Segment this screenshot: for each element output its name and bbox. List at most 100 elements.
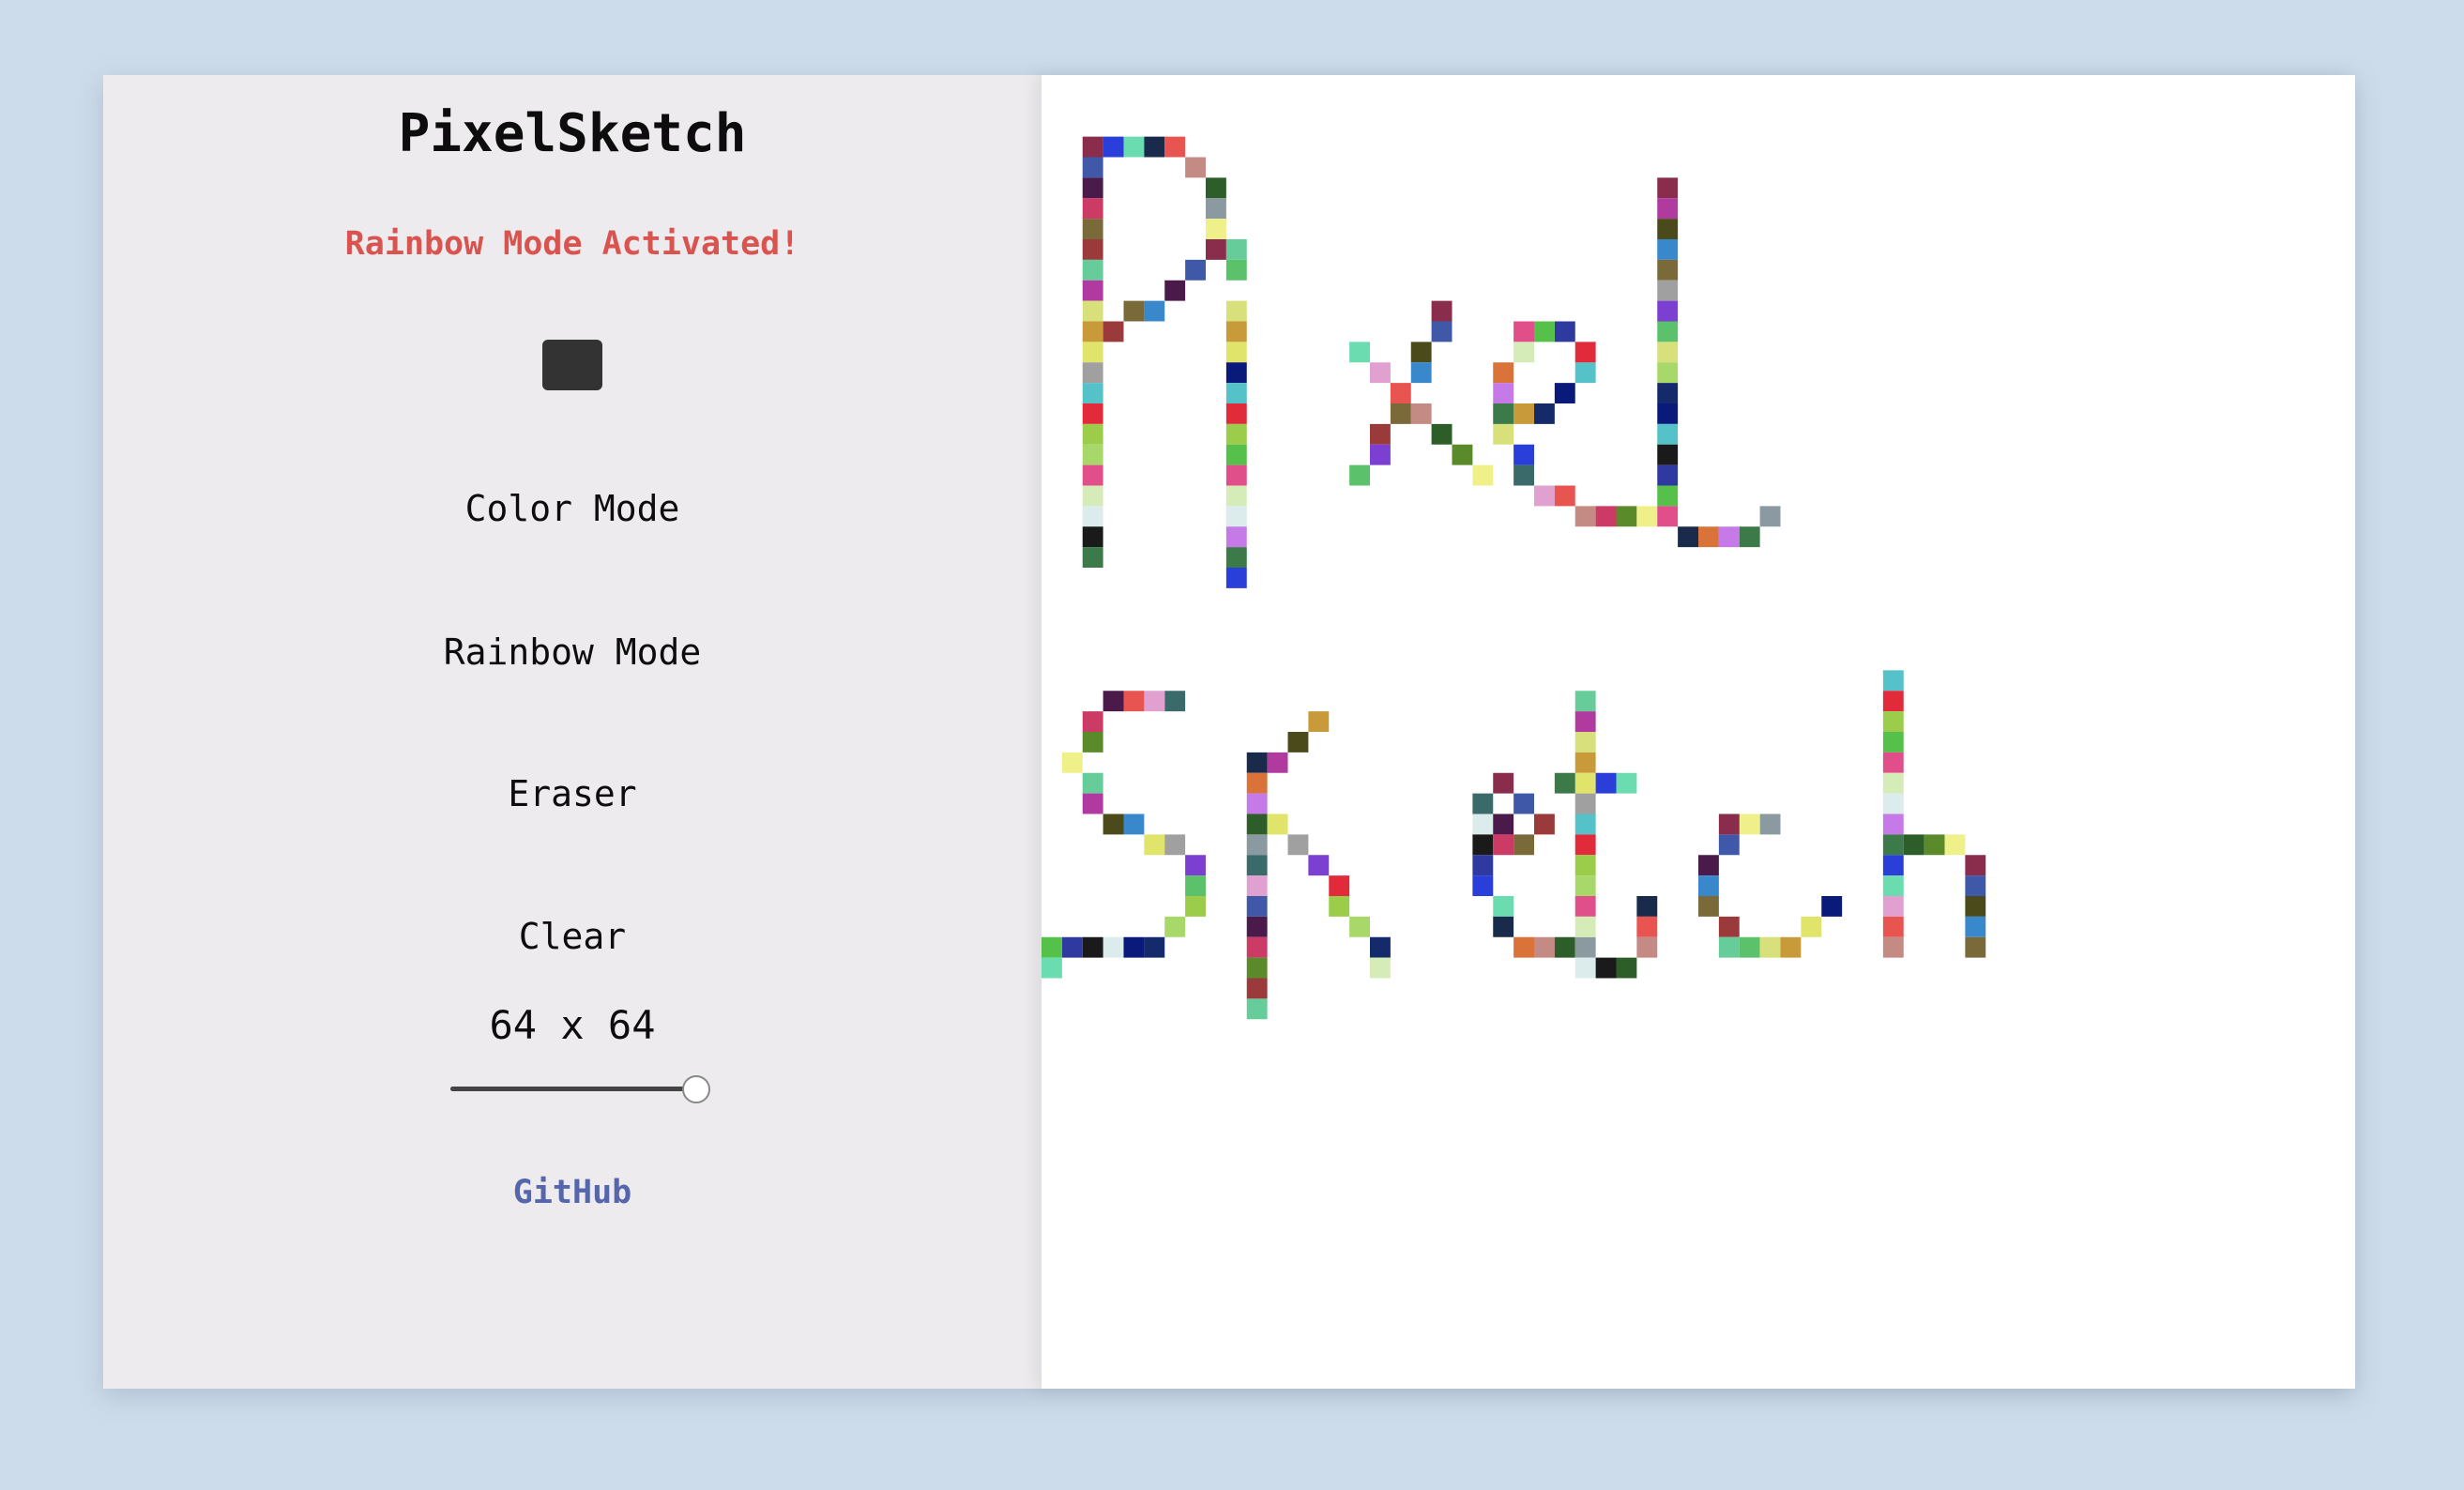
pixel [1164, 136, 1186, 158]
pixel [1082, 321, 1103, 342]
pixel [1574, 813, 1596, 835]
pixel [1082, 362, 1103, 384]
pixel [1308, 711, 1330, 732]
pixel [1082, 239, 1103, 260]
pixel [1082, 772, 1103, 794]
pixel [1882, 691, 1904, 712]
pixel [1164, 916, 1186, 937]
eraser-button[interactable]: Eraser [385, 761, 760, 827]
pixel [1882, 793, 1904, 814]
pixel [1206, 198, 1226, 220]
pixel [1554, 383, 1575, 403]
pixel [1349, 342, 1370, 363]
mode-status-message: Rainbow Mode Activated! [344, 225, 800, 263]
pixel [1636, 936, 1658, 958]
pixel [1493, 772, 1514, 794]
pixel [1636, 896, 1658, 917]
pixel [1225, 362, 1247, 384]
pixel [1103, 691, 1124, 712]
pixel [1082, 711, 1103, 732]
pixel [1431, 321, 1453, 342]
pixel [1082, 157, 1103, 178]
pixel [1390, 403, 1411, 424]
pixel [1082, 198, 1103, 220]
pixel [1657, 444, 1679, 465]
color-picker[interactable] [542, 340, 602, 390]
pixel [1246, 772, 1268, 794]
pixel [1678, 526, 1698, 548]
pixel [1082, 526, 1103, 548]
pixel [1246, 998, 1268, 1020]
pixel [1472, 813, 1494, 835]
pixel [1657, 239, 1679, 260]
pixel [1349, 916, 1370, 937]
pixel [1246, 978, 1268, 999]
pixel [1225, 321, 1247, 342]
pixel [1246, 793, 1268, 814]
pixel [1206, 239, 1226, 260]
pixel [1534, 936, 1555, 958]
pixel [1164, 834, 1186, 856]
pixel [1082, 732, 1103, 753]
pixel [1225, 403, 1247, 424]
pixel [1123, 300, 1145, 322]
pixel [1882, 813, 1904, 835]
clear-button[interactable]: Clear [385, 904, 760, 969]
pixel [1185, 855, 1206, 876]
pixel [1370, 444, 1391, 465]
pixel [1103, 936, 1124, 958]
pixel [1595, 506, 1617, 527]
pixel [1759, 936, 1781, 958]
pixel [1616, 957, 1637, 979]
grid-size-slider[interactable] [450, 1075, 710, 1103]
pixel [1287, 732, 1309, 753]
pixel [1472, 875, 1494, 896]
pixel [1225, 259, 1247, 281]
pixel [1082, 793, 1103, 814]
pixel [1082, 506, 1103, 527]
pixel [1493, 813, 1514, 835]
pixel [1164, 280, 1186, 301]
pixel [1185, 896, 1206, 917]
pixel [1574, 793, 1596, 814]
pixel [1574, 752, 1596, 773]
pixel [1554, 772, 1575, 794]
rainbow-mode-button[interactable]: Rainbow Mode [385, 619, 760, 685]
pixel [1657, 506, 1679, 527]
pixel [1882, 936, 1904, 958]
pixel [1267, 813, 1288, 835]
pixel [1657, 423, 1679, 445]
pixel [1225, 568, 1247, 588]
pixel [1103, 136, 1124, 158]
pixel [1082, 177, 1103, 199]
pixel [1225, 342, 1247, 363]
color-mode-button[interactable]: Color Mode [385, 476, 760, 541]
pixel [1185, 157, 1206, 178]
pixel [1082, 259, 1103, 281]
pixel [1349, 464, 1370, 486]
pixel [1882, 855, 1904, 876]
pixel [1370, 362, 1391, 384]
pixel [1657, 403, 1679, 424]
pixel [1657, 362, 1679, 384]
pixel [1574, 342, 1596, 363]
pixel [1082, 136, 1103, 158]
pixel [1493, 403, 1514, 424]
pixel [1574, 896, 1596, 917]
pixel [1513, 793, 1534, 814]
pixel [1144, 691, 1165, 712]
sketch-canvas[interactable] [1042, 75, 2355, 1389]
pixel [1410, 342, 1432, 363]
pixel [1657, 342, 1679, 363]
pixel [1287, 834, 1309, 856]
pixel [1534, 485, 1555, 507]
pixel [1472, 855, 1494, 876]
pixel [1493, 916, 1514, 937]
slider-thumb[interactable] [682, 1075, 710, 1103]
pixel [1225, 526, 1247, 548]
pixel [1636, 506, 1658, 527]
pixel [1082, 936, 1103, 958]
pixel [1370, 957, 1391, 979]
pixel [1903, 834, 1924, 856]
github-link[interactable]: GitHub [103, 1174, 1042, 1211]
